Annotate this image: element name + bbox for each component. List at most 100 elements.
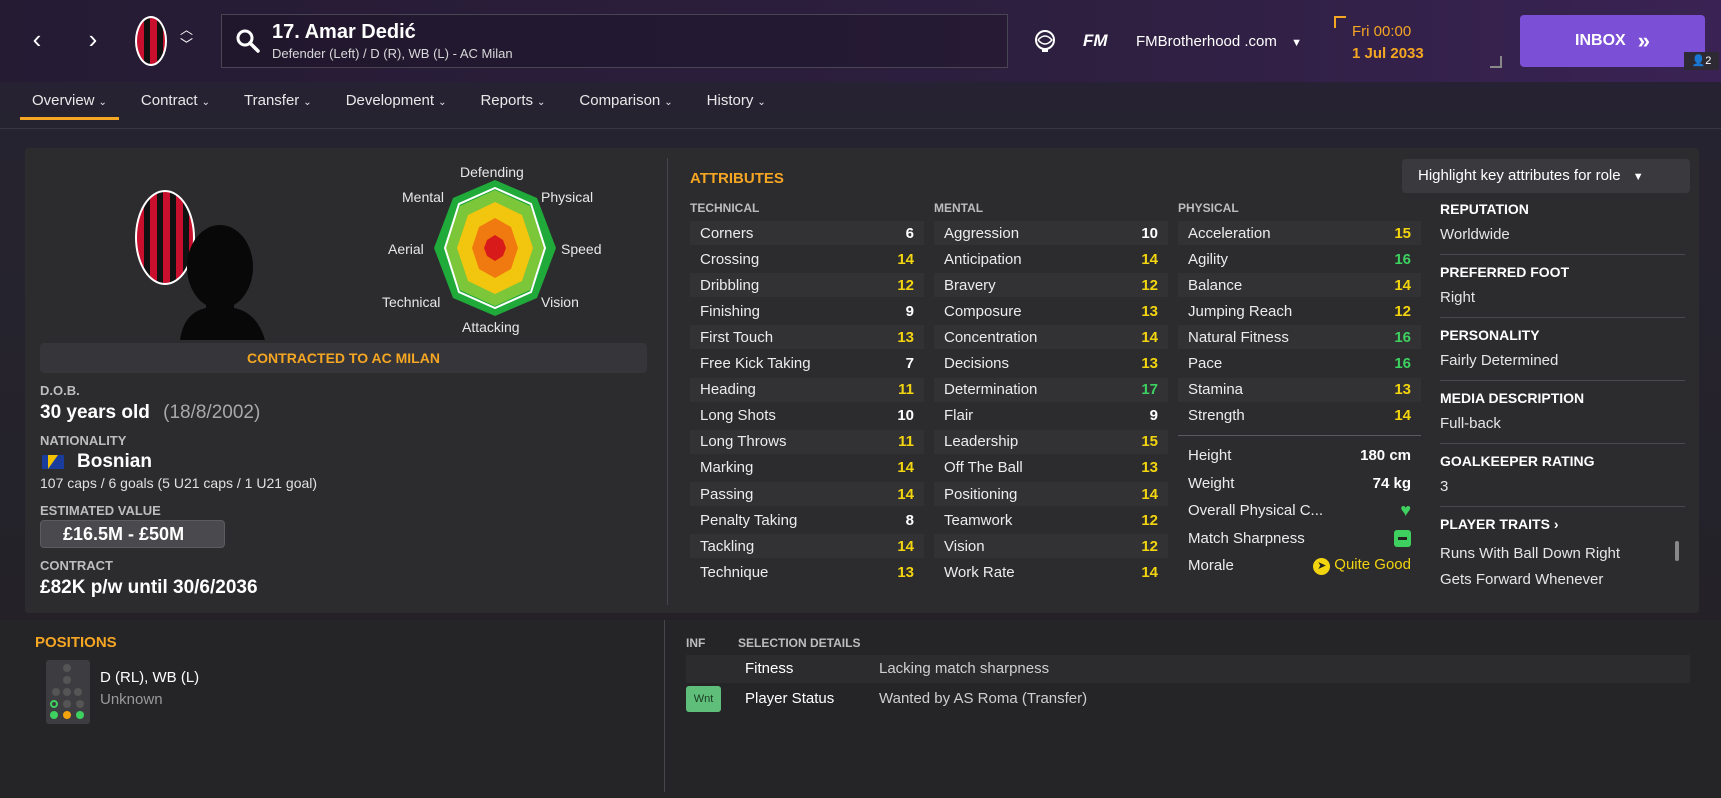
player-switch-arrows[interactable]: ︿ ﹀ bbox=[180, 22, 193, 52]
match-sharpness-row[interactable]: Match Sharpness bbox=[1178, 526, 1421, 550]
attribute-row[interactable]: Anticipation 14 bbox=[934, 247, 1168, 271]
attribute-row[interactable]: Stamina 13 bbox=[1178, 377, 1421, 402]
attribute-value: 15 bbox=[1394, 224, 1411, 242]
selection-row[interactable]: Fitness Lacking match sharpness bbox=[686, 655, 1690, 683]
attribute-row[interactable]: Concentration 14 bbox=[934, 325, 1168, 350]
inbox-label: INBOX bbox=[1575, 32, 1626, 49]
club-crest-icon[interactable] bbox=[135, 16, 167, 66]
attribute-row[interactable]: Bravery 12 bbox=[934, 273, 1168, 298]
estimated-value-tag[interactable]: £16.5M - £50M bbox=[40, 520, 225, 548]
attribute-row[interactable]: Marking 14 bbox=[690, 456, 924, 480]
morale-label: Morale bbox=[1188, 556, 1234, 574]
attribute-row[interactable]: Decisions 13 bbox=[934, 352, 1168, 376]
attribute-row[interactable]: Aggression 10 bbox=[934, 221, 1168, 245]
inbox-button[interactable]: INBOX » bbox=[1520, 15, 1705, 67]
bosnia-flag-icon bbox=[42, 455, 64, 469]
globe-icon[interactable] bbox=[1032, 28, 1058, 54]
attribute-row[interactable]: Natural Fitness 16 bbox=[1178, 325, 1421, 350]
morale-value: ➤ Quite Good bbox=[1313, 556, 1411, 575]
morale-arrow-icon: ➤ bbox=[1313, 557, 1331, 575]
attribute-value: 12 bbox=[1141, 537, 1158, 555]
attribute-value: 14 bbox=[1141, 250, 1158, 268]
technical-header: TECHNICAL bbox=[690, 201, 760, 215]
tab-overview[interactable]: Overview ⌄ bbox=[20, 88, 119, 120]
player-traits-link[interactable]: PLAYER TRAITS › bbox=[1440, 516, 1559, 532]
attribute-row[interactable]: Balance 14 bbox=[1178, 273, 1421, 298]
estimated-value-label: ESTIMATED VALUE bbox=[40, 503, 161, 518]
attribute-row[interactable]: Acceleration 15 bbox=[1178, 221, 1421, 245]
attribute-row[interactable]: Dribbling 12 bbox=[690, 273, 924, 298]
attribute-value: 16 bbox=[1394, 328, 1411, 346]
attribute-row[interactable]: Positioning 14 bbox=[934, 482, 1168, 506]
attribute-row[interactable]: Finishing 9 bbox=[690, 299, 924, 323]
attribute-value: 13 bbox=[897, 328, 914, 346]
tab-contract[interactable]: Contract ⌄ bbox=[129, 88, 222, 120]
morale-row[interactable]: Morale ➤ Quite Good bbox=[1178, 553, 1421, 577]
attribute-name: Balance bbox=[1188, 276, 1243, 294]
back-button[interactable]: ‹ bbox=[22, 24, 52, 54]
attribute-value: 9 bbox=[1149, 407, 1158, 425]
wanted-badge: Wnt bbox=[686, 686, 721, 712]
attribute-row[interactable]: Tackling 14 bbox=[690, 534, 924, 559]
attribute-name: Stamina bbox=[1188, 381, 1244, 399]
position-pitch-icon[interactable] bbox=[46, 660, 90, 724]
forward-button[interactable]: › bbox=[78, 24, 108, 54]
attribute-row[interactable]: Composure 13 bbox=[934, 299, 1168, 323]
attribute-row[interactable]: Vision 12 bbox=[934, 534, 1168, 559]
attribute-name: Agility bbox=[1188, 250, 1229, 268]
attribute-row[interactable]: Technique 13 bbox=[690, 560, 924, 584]
attribute-row[interactable]: Penalty Taking 8 bbox=[690, 508, 924, 532]
personality-value: Fairly Determined bbox=[1440, 352, 1559, 369]
attribute-name: Vision bbox=[944, 537, 985, 555]
date-full[interactable]: 1 Jul 2033 bbox=[1352, 45, 1424, 62]
attributes-title: ATTRIBUTES bbox=[690, 170, 784, 187]
attribute-row[interactable]: Long Shots 10 bbox=[690, 404, 924, 428]
attribute-row[interactable]: Pace 16 bbox=[1178, 352, 1421, 376]
highlight-attributes-dropdown[interactable]: Highlight key attributes for role ▼ bbox=[1402, 159, 1690, 193]
attribute-row[interactable]: First Touch 13 bbox=[690, 325, 924, 350]
attribute-row[interactable]: Long Throws 11 bbox=[690, 429, 924, 454]
attribute-row[interactable]: Leadership 15 bbox=[934, 429, 1168, 454]
attribute-row[interactable]: Strength 14 bbox=[1178, 404, 1421, 428]
tab-label: Contract bbox=[140, 92, 198, 109]
attribute-row[interactable]: Off The Ball 13 bbox=[934, 456, 1168, 480]
attribute-row[interactable]: Free Kick Taking 7 bbox=[690, 352, 924, 376]
selection-row[interactable]: Wnt Player Status Wanted by AS Roma (Tra… bbox=[686, 685, 1690, 713]
tab-history[interactable]: History ⌄ bbox=[695, 88, 778, 120]
attribute-name: Leadership bbox=[944, 433, 1019, 451]
attribute-row[interactable]: Work Rate 14 bbox=[934, 560, 1168, 584]
attribute-name: Free Kick Taking bbox=[700, 355, 811, 372]
search-icon[interactable] bbox=[234, 27, 262, 55]
estimated-value: £16.5M - £50M bbox=[63, 524, 185, 544]
site-selector[interactable]: FMBrotherhood .com ▼ bbox=[1136, 33, 1302, 50]
chevron-down-icon[interactable]: ﹀ bbox=[180, 37, 193, 52]
overall-physical-row[interactable]: Overall Physical C... ♥ bbox=[1178, 498, 1421, 522]
weight-value: 74 kg bbox=[1372, 474, 1411, 492]
attribute-value: 10 bbox=[897, 407, 914, 425]
attribute-row[interactable]: Teamwork 12 bbox=[934, 508, 1168, 532]
attribute-value: 13 bbox=[1141, 459, 1158, 477]
physical-divider bbox=[1178, 435, 1421, 436]
attribute-row[interactable]: Heading 11 bbox=[690, 377, 924, 402]
attribute-row[interactable]: Jumping Reach 12 bbox=[1178, 299, 1421, 323]
tab-comparison[interactable]: Comparison ⌄ bbox=[567, 88, 684, 120]
chevron-up-icon[interactable]: ︿ bbox=[180, 22, 193, 37]
attribute-row[interactable]: Flair 9 bbox=[934, 404, 1168, 428]
player-title-box[interactable]: 17. Amar Dedić Defender (Left) / D (R), … bbox=[221, 14, 1008, 68]
age-value: 30 years old bbox=[40, 402, 150, 423]
attribute-value: 14 bbox=[897, 250, 914, 268]
attribute-value: 9 bbox=[905, 302, 914, 320]
attribute-row[interactable]: Corners 6 bbox=[690, 221, 924, 245]
date-day[interactable]: Fri 00:00 bbox=[1352, 23, 1411, 40]
attribute-row[interactable]: Passing 14 bbox=[690, 482, 924, 506]
tab-development[interactable]: Development ⌄ bbox=[334, 88, 459, 120]
trait-item: Gets Forward Whenever bbox=[1440, 571, 1604, 588]
tab-transfer[interactable]: Transfer ⌄ bbox=[232, 88, 324, 120]
attribute-row[interactable]: Crossing 14 bbox=[690, 247, 924, 271]
attribute-row[interactable]: Agility 16 bbox=[1178, 247, 1421, 271]
tab-reports[interactable]: Reports ⌄ bbox=[468, 88, 557, 120]
attribute-value: 14 bbox=[1394, 276, 1411, 294]
attribute-row[interactable]: Determination 17 bbox=[934, 377, 1168, 402]
traits-scrollbar[interactable] bbox=[1675, 541, 1679, 561]
nationality-value[interactable]: Bosnian bbox=[77, 451, 152, 473]
